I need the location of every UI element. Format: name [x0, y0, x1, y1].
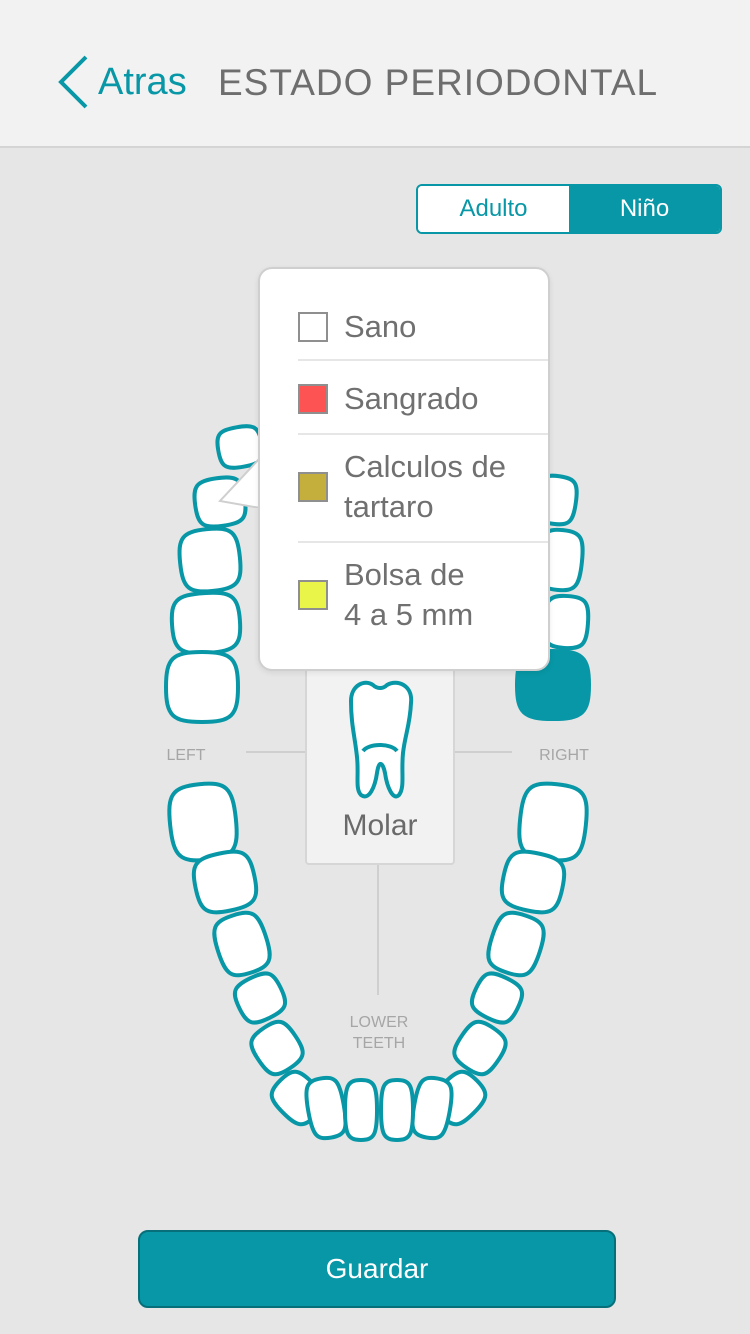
option-bleeding[interactable]: Sangrado: [298, 379, 548, 419]
lower-teeth-label: LOWER TEETH: [349, 1014, 409, 1052]
status-popup: Sano Sangrado Calculos de tartaro Bolsa …: [258, 267, 550, 671]
tooth-lower-left-3[interactable]: [209, 908, 275, 981]
right-label: RIGHT: [539, 747, 589, 764]
swatch-healthy: [298, 312, 328, 342]
option-tartar-label: Calculos de tartaro: [344, 449, 506, 524]
option-bleeding-label: Sangrado: [344, 381, 479, 416]
tooth-upper-left-2[interactable]: [169, 590, 243, 656]
selected-tooth-card[interactable]: Molar: [305, 655, 455, 865]
tooth-lower-left-8[interactable]: [342, 1077, 380, 1143]
divider: [298, 359, 548, 361]
swatch-pocket: [298, 580, 328, 610]
tooth-upper-left-3[interactable]: [177, 526, 243, 594]
option-tartar[interactable]: Calculos de tartaro: [298, 447, 518, 527]
option-pocket-label: Bolsa de 4 a 5 mm: [344, 557, 474, 632]
divider: [298, 541, 548, 543]
tooth-lower-left-4[interactable]: [230, 968, 291, 1028]
tooth-lower-right-8[interactable]: [378, 1077, 416, 1143]
save-button[interactable]: Guardar: [138, 1230, 616, 1308]
swatch-tartar: [298, 472, 328, 502]
option-healthy[interactable]: Sano: [298, 307, 548, 347]
tooth-lower-right-3[interactable]: [483, 908, 549, 981]
tooth-lower-right-7[interactable]: [409, 1075, 455, 1141]
option-healthy-label: Sano: [344, 309, 417, 344]
tooth-lower-right-4[interactable]: [467, 968, 528, 1028]
tooth-lower-left-7[interactable]: [303, 1075, 349, 1141]
molar-tooth-icon: [348, 680, 414, 799]
selected-tooth-label: Molar: [342, 809, 418, 842]
left-label: LEFT: [166, 747, 206, 764]
divider: [298, 433, 548, 435]
tooth-upper-left-1[interactable]: [163, 649, 241, 725]
swatch-bleeding: [298, 384, 328, 414]
option-pocket[interactable]: Bolsa de 4 a 5 mm: [298, 555, 488, 635]
